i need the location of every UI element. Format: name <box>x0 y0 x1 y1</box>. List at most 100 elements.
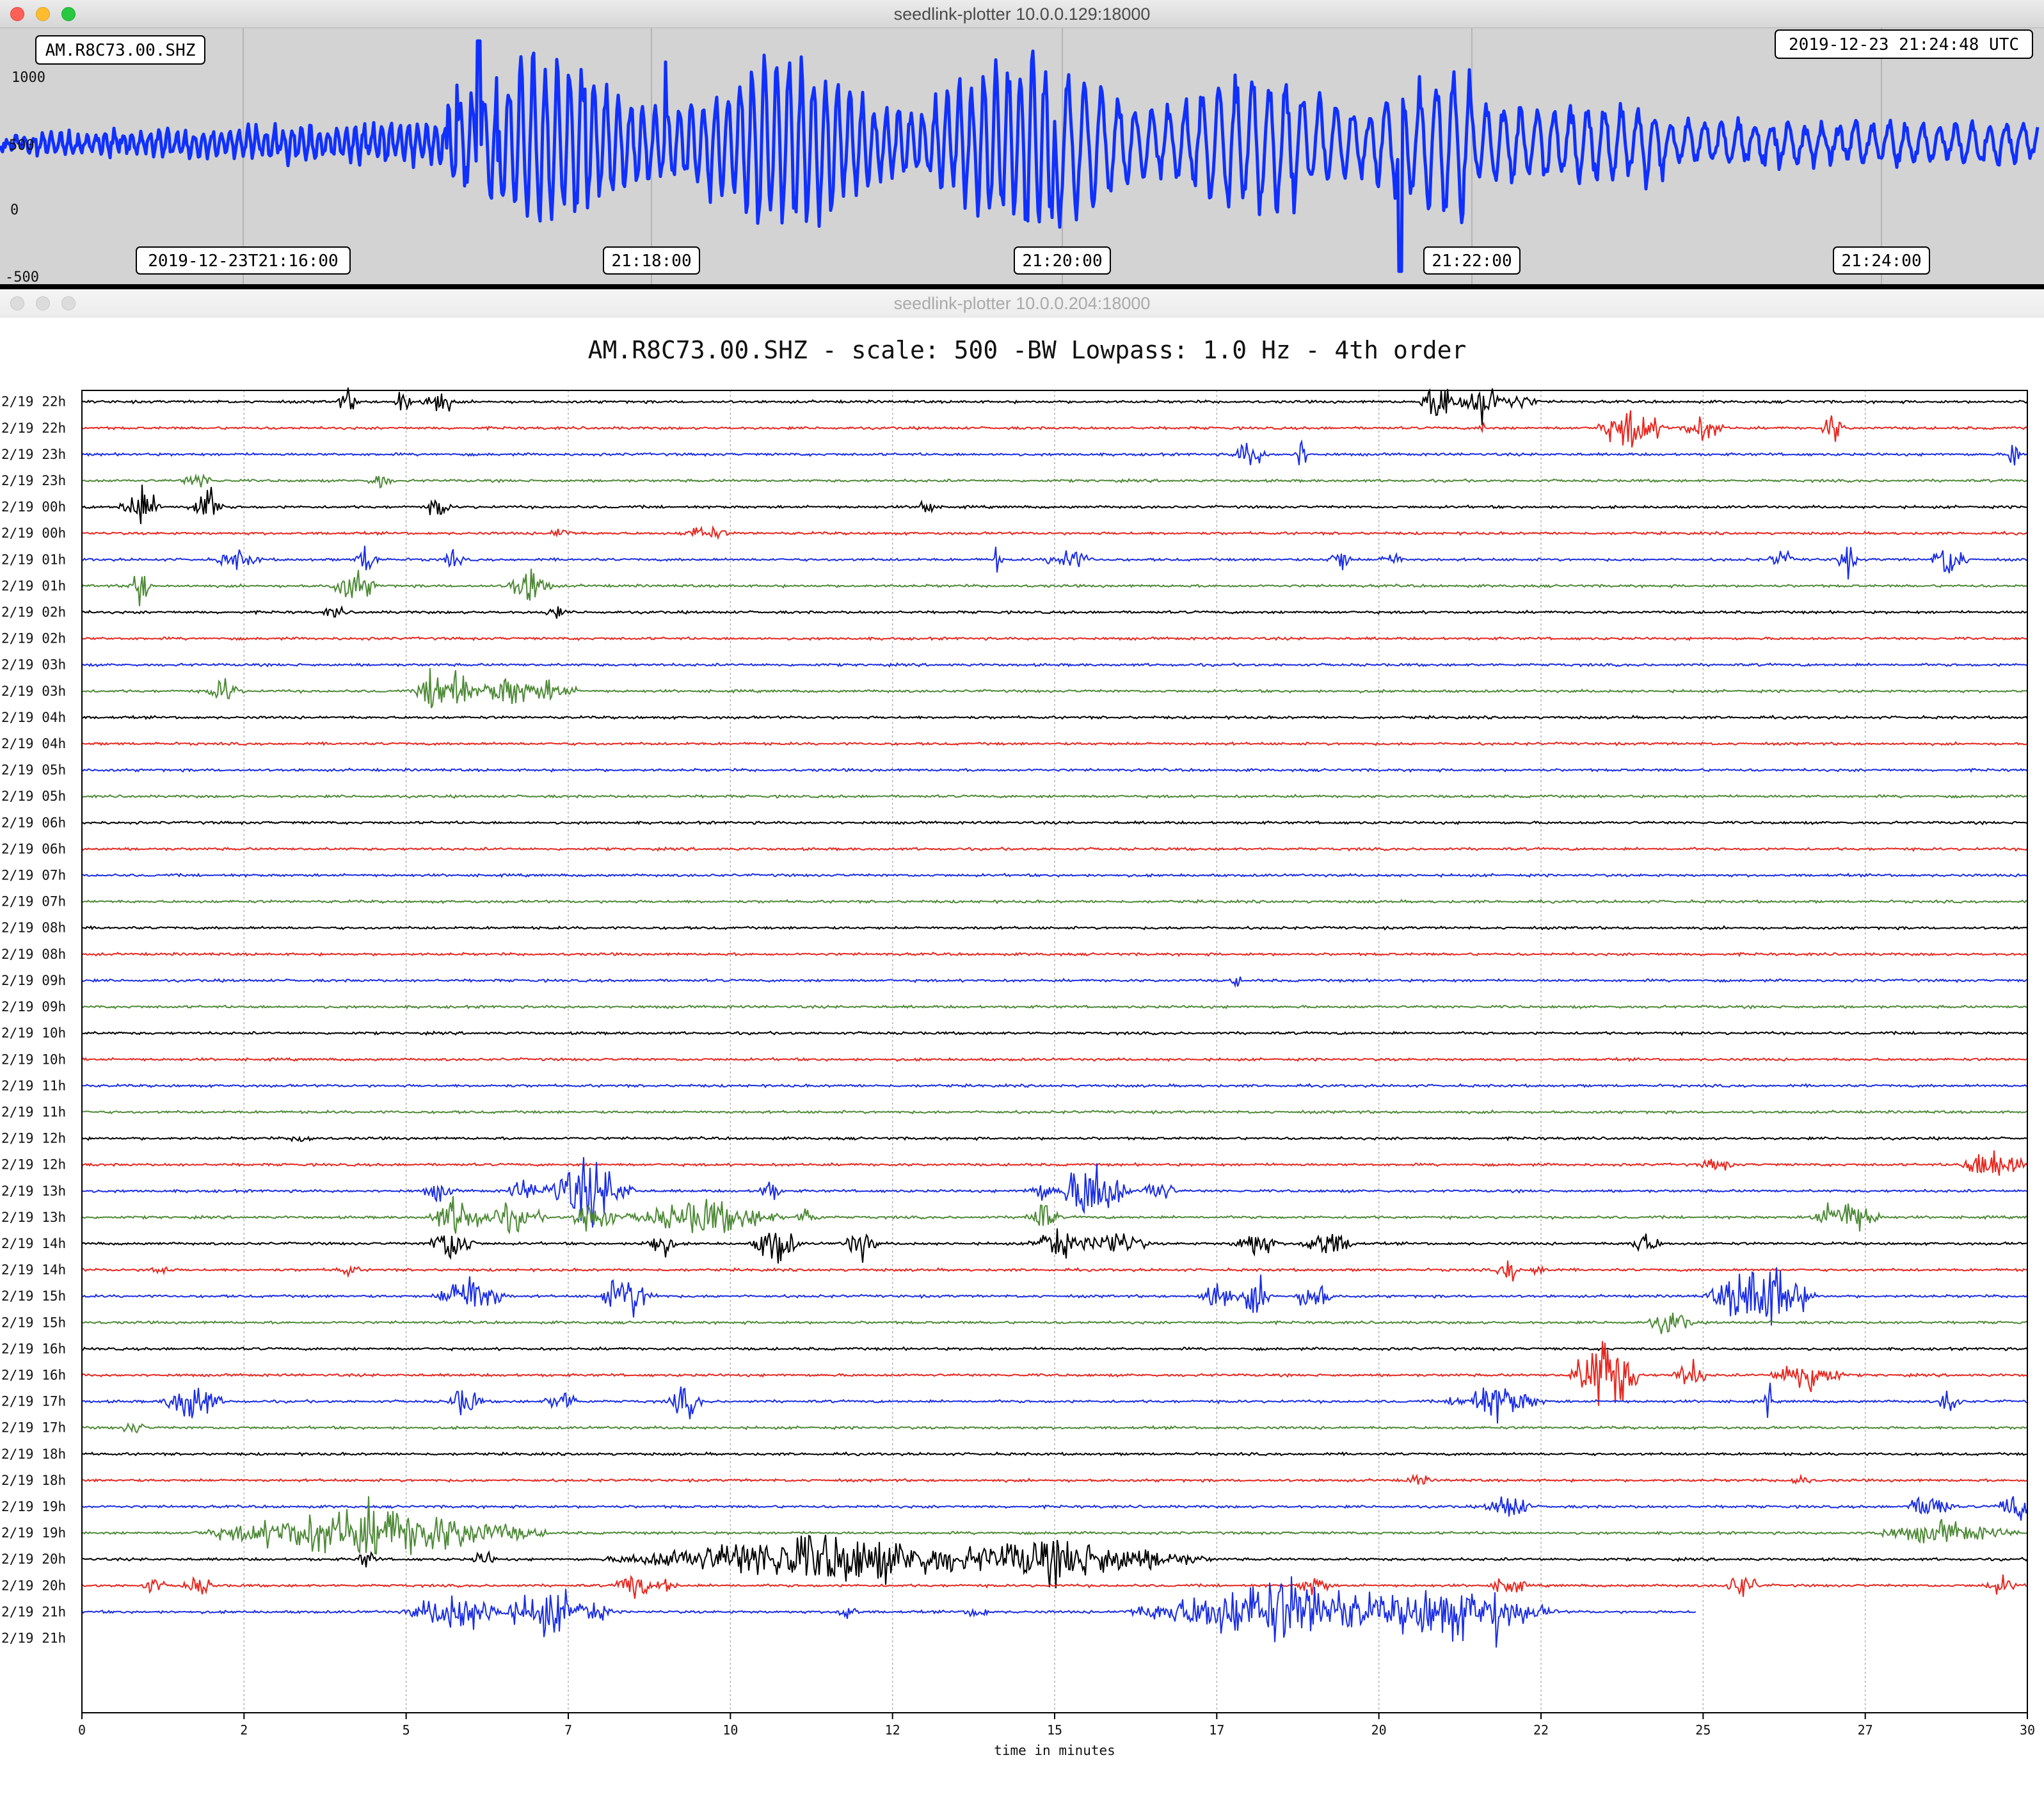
drum-trace <box>81 410 2028 448</box>
row-label: 2/19 05h <box>1 762 66 778</box>
y-tick-neg500: -500 <box>5 269 39 284</box>
row-label: 2/19 04h <box>1 736 66 751</box>
x-tick-label: 21:20:00 <box>1014 246 1111 275</box>
svg-text:21:20:00: 21:20:00 <box>1022 252 1102 271</box>
drum-plot: AM.R8C73.00.SHZ - scale: 500 -BW Lowpass… <box>1 336 2035 1758</box>
row-label: 2/19 08h <box>1 920 66 936</box>
row-label: 2/19 20h <box>1 1578 66 1593</box>
row-label: 2/19 13h <box>1 1210 66 1225</box>
seedlink-window-bottom: seedlink-plotter 10.0.0.204:18000 AM.R8C… <box>0 289 2044 1819</box>
row-label: 2/19 10h <box>1 1052 66 1067</box>
x-tick-label: 21:22:00 <box>1423 246 1521 275</box>
drum-trace <box>81 899 2028 904</box>
row-label: 2/19 11h <box>1 1104 66 1119</box>
window-title: seedlink-plotter 10.0.0.204:18000 <box>893 294 1151 313</box>
y-tick-0: 0 <box>10 202 19 218</box>
x-tick-label: 21:18:00 <box>603 246 700 275</box>
row-label: 2/19 09h <box>1 973 66 988</box>
row-label: 2/19 06h <box>1 815 66 830</box>
row-label: 2/19 21h <box>1 1631 66 1646</box>
station-label: AM.R8C73.00.SHZ <box>45 41 196 60</box>
row-label: 2/19 03h <box>1 684 66 699</box>
station-label-box: AM.R8C73.00.SHZ <box>35 35 205 65</box>
row-label: 2/19 05h <box>1 789 66 804</box>
row-label: 2/19 13h <box>1 1183 66 1199</box>
drum-trace <box>81 767 2028 773</box>
drum-trace <box>81 605 2028 619</box>
svg-text:21:24:00: 21:24:00 <box>1841 252 1921 271</box>
row-label: 2/19 00h <box>1 499 66 515</box>
row-label: 2/19 03h <box>1 657 66 673</box>
row-label: 2/19 19h <box>1 1525 66 1541</box>
row-label: 2/19 11h <box>1 1078 66 1093</box>
row-label: 2/19 21h <box>1 1604 66 1619</box>
x-tick-label: 30 <box>2020 1722 2035 1738</box>
row-label: 2/19 19h <box>1 1499 66 1514</box>
row-label: 2/19 07h <box>1 894 66 910</box>
row-label: 2/19 02h <box>1 631 66 646</box>
x-tick-label: 21:24:00 <box>1833 246 1930 275</box>
drum-trace <box>81 1004 2028 1010</box>
row-label: 2/19 10h <box>1 1025 66 1041</box>
row-label: 2/19 22h <box>1 421 66 436</box>
row-label: 2/19 16h <box>1 1367 66 1382</box>
row-label: 2/19 04h <box>1 710 66 725</box>
svg-text:21:22:00: 21:22:00 <box>1432 252 1512 271</box>
svg-text:21:18:00: 21:18:00 <box>611 252 691 271</box>
row-label: 2/19 09h <box>1 999 66 1014</box>
timestamp-box: 2019-12-23 21:24:48 UTC <box>1775 29 2033 59</box>
row-label: 2/19 17h <box>1 1420 66 1436</box>
x-tick-label: 12 <box>885 1722 900 1738</box>
x-tick-label: 22 <box>1533 1722 1549 1738</box>
row-label: 2/19 17h <box>1 1394 66 1409</box>
window-titlebar[interactable]: seedlink-plotter 10.0.0.129:18000 <box>0 0 2044 28</box>
y-tick-500: 500 <box>9 138 35 154</box>
realtime-waveform-plot: 1000 500 0 -500 AM.R8C73.00.SHZ 2019-12-… <box>0 28 2040 284</box>
y-tick-1000: 1000 <box>12 70 45 86</box>
timestamp-label: 2019-12-23 21:24:48 UTC <box>1789 35 2019 54</box>
row-label: 2/19 06h <box>1 841 66 856</box>
x-tick-label: 0 <box>78 1722 86 1738</box>
row-label: 2/19 22h <box>1 394 66 410</box>
drum-trace <box>81 525 2028 540</box>
x-tick-label: 2019-12-23T21:16:00 <box>136 246 351 275</box>
row-label: 2/19 18h <box>1 1446 66 1462</box>
drum-trace <box>81 872 2028 878</box>
x-tick-label: 25 <box>1695 1722 1711 1738</box>
drum-trace <box>81 1030 2028 1036</box>
row-label: 2/19 18h <box>1 1473 66 1488</box>
x-tick-label: 17 <box>1209 1722 1224 1738</box>
row-label: 2/19 08h <box>1 947 66 962</box>
seedlink-window-top: seedlink-plotter 10.0.0.129:18000 1000 5… <box>0 0 2044 289</box>
row-label: 2/19 20h <box>1 1551 66 1567</box>
x-axis-label: time in minutes <box>994 1743 1115 1758</box>
row-label: 2/19 23h <box>1 447 66 462</box>
drum-trace <box>81 387 2028 426</box>
row-label: 2/19 01h <box>1 552 66 567</box>
row-label: 2/19 12h <box>1 1157 66 1173</box>
row-label: 2/19 01h <box>1 578 66 593</box>
drum-trace <box>81 1267 2028 1326</box>
svg-text:2019-12-23T21:16:00: 2019-12-23T21:16:00 <box>148 252 338 271</box>
row-label: 2/19 02h <box>1 605 66 620</box>
x-tick-label: 20 <box>1371 1722 1387 1738</box>
row-label: 2/19 00h <box>1 525 66 541</box>
row-label: 2/19 15h <box>1 1315 66 1330</box>
row-label: 2/19 12h <box>1 1131 66 1146</box>
drum-trace <box>81 662 2028 668</box>
x-tick-label: 5 <box>403 1722 410 1738</box>
x-tick-label: 7 <box>564 1722 572 1738</box>
x-tick-label: 2 <box>240 1722 248 1738</box>
row-label: 2/19 16h <box>1 1341 66 1356</box>
x-tick-label: 10 <box>723 1722 738 1738</box>
drum-trace <box>81 1576 1697 1648</box>
realtime-waveform-trace <box>0 39 2040 273</box>
window-titlebar-inactive[interactable]: seedlink-plotter 10.0.0.204:18000 <box>0 289 2044 317</box>
x-tick-label: 15 <box>1047 1722 1062 1738</box>
x-tick-label: 27 <box>1858 1722 1873 1738</box>
row-label: 2/19 23h <box>1 473 66 488</box>
plot-title: AM.R8C73.00.SHZ - scale: 500 -BW Lowpass… <box>588 336 1467 364</box>
row-label: 2/19 14h <box>1 1262 66 1278</box>
row-label: 2/19 07h <box>1 868 66 883</box>
row-label: 2/19 14h <box>1 1236 66 1251</box>
